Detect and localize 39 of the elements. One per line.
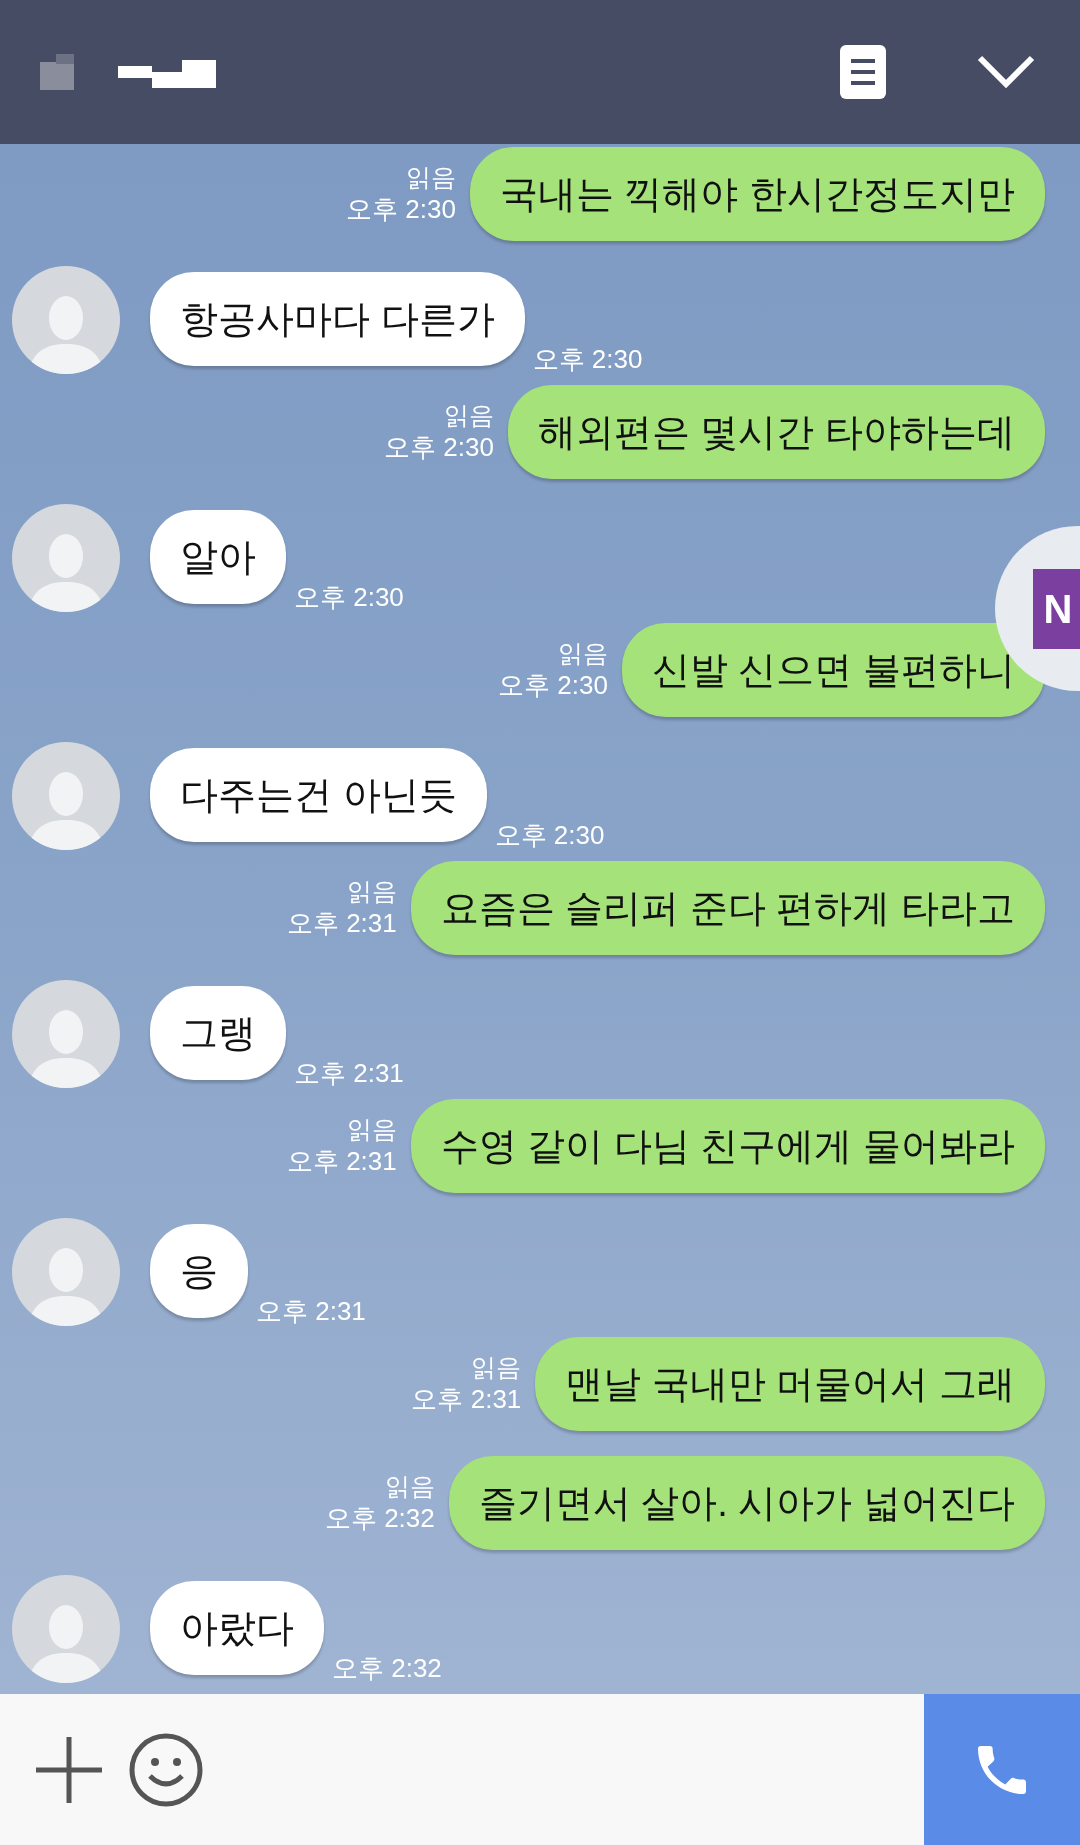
timestamp: 오후 2:30 xyxy=(532,343,643,376)
call-button[interactable] xyxy=(924,1694,1080,1845)
timestamp: 오후 2:31 xyxy=(286,1145,397,1178)
timestamp: 오후 2:31 xyxy=(286,907,397,940)
notes-icon[interactable] xyxy=(840,45,886,99)
timestamp: 오후 2:30 xyxy=(498,669,608,702)
message-bubble: 항공사마다 다른가 xyxy=(150,272,525,366)
read-receipt: 읽음 xyxy=(346,876,397,908)
timestamp: 오후 2:30 xyxy=(346,193,456,226)
message-bubble: 신발 신으면 불편하니 xyxy=(621,623,1045,717)
read-receipt: 읽음 xyxy=(557,638,608,670)
timestamp: 오후 2:30 xyxy=(384,431,494,464)
timestamp: 오후 2:31 xyxy=(294,1057,404,1090)
read-receipt: 읽음 xyxy=(471,1352,522,1384)
timestamp: 오후 2:30 xyxy=(494,819,605,852)
message-bubble: 다주는건 아닌듯 xyxy=(150,748,487,842)
message-bubble: 맨날 국내만 머물어서 그래 xyxy=(535,1337,1045,1431)
message-bubble: 요즘은 슬리퍼 준다 편하게 타라고 xyxy=(410,861,1045,955)
chevron-down-icon[interactable] xyxy=(976,54,1036,90)
timestamp: 오후 2:32 xyxy=(332,1652,442,1685)
timestamp: 오후 2:31 xyxy=(256,1295,366,1328)
timestamp: 오후 2:32 xyxy=(324,1502,435,1535)
read-receipt: 읽음 xyxy=(405,162,456,194)
message-bubble: 즐기면서 살아. 시아가 넓어진다 xyxy=(448,1456,1045,1550)
read-receipt: 읽음 xyxy=(346,1114,397,1146)
message-bubble: 그랭 xyxy=(150,986,286,1080)
timestamp: 오후 2:30 xyxy=(294,581,404,614)
message-bubble: 알아 xyxy=(150,510,286,604)
smiley-icon[interactable] xyxy=(128,1731,204,1808)
message-bubble: 국내는 끽해야 한시간정도지만 xyxy=(469,147,1045,241)
message-bubble: 응 xyxy=(150,1224,248,1318)
message-bubble: 해외편은 몇시간 타야하는데 xyxy=(507,385,1045,479)
message-bubble: 수영 같이 다님 친구에게 물어봐라 xyxy=(410,1099,1045,1193)
read-receipt: 읽음 xyxy=(443,400,494,432)
message-bubble: 아랐다 xyxy=(150,1581,324,1675)
app-logo: N xyxy=(1033,568,1080,649)
plus-icon[interactable] xyxy=(34,1734,104,1805)
timestamp: 오후 2:31 xyxy=(411,1383,522,1416)
read-receipt: 읽음 xyxy=(384,1471,435,1503)
